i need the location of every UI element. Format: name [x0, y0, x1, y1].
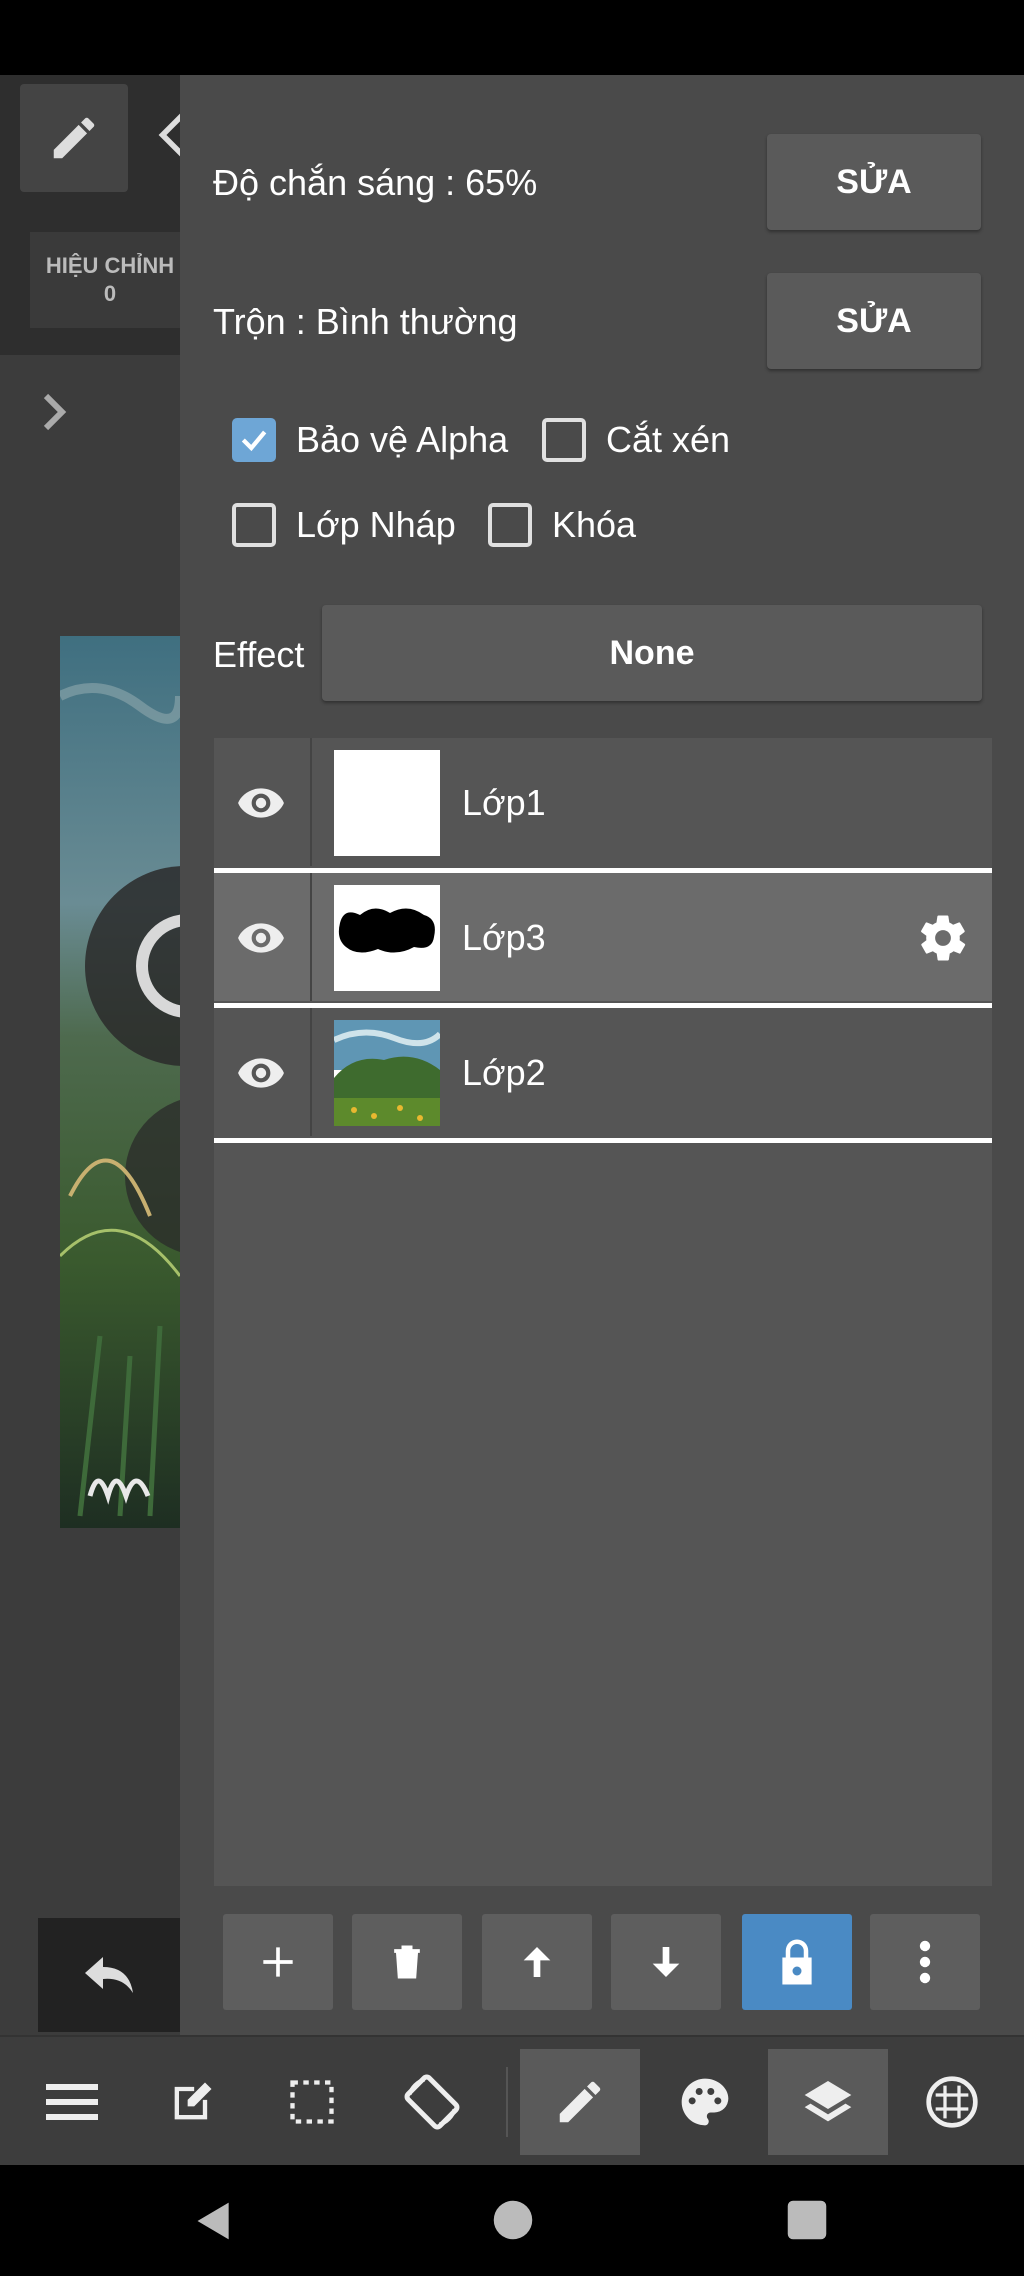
opacity-label: Độ chắn sáng : 65%: [213, 162, 538, 203]
menu-button[interactable]: [12, 2049, 132, 2155]
layer-row[interactable]: Lớp1: [214, 738, 992, 866]
more-vertical-icon: [919, 1940, 931, 1984]
layer-divider: [310, 873, 312, 1001]
gear-icon[interactable]: [916, 911, 970, 965]
layer-divider: [310, 738, 312, 866]
eye-icon[interactable]: [236, 913, 286, 963]
blend-label: Trộn : Bình thường: [213, 301, 518, 342]
layers-button[interactable]: [768, 2049, 888, 2155]
pen-icon: [53, 117, 95, 159]
brush-icon: [559, 2081, 601, 2123]
grid-icon: [926, 2076, 978, 2128]
plus-icon: [263, 1947, 293, 1977]
layer-row-selected[interactable]: Lớp3: [214, 873, 992, 1001]
canvas-artwork[interactable]: [60, 636, 180, 1528]
adjust-value: 0: [103, 281, 117, 306]
layer-thumbnail: [334, 1020, 440, 1126]
back-icon[interactable]: [192, 2199, 236, 2243]
layer-list: Lớp1 Lớp3 Lớp2: [214, 738, 992, 1886]
system-nav-bar: [0, 2165, 1024, 2276]
layer-name: Lớp2: [462, 1052, 546, 1093]
clipping-checkbox[interactable]: Cắt xén: [542, 418, 730, 462]
layer-name: Lớp3: [462, 917, 546, 958]
edit-canvas-icon: [174, 2082, 212, 2120]
lock-label: Khóa: [552, 504, 637, 545]
layer-thumbnail: [334, 885, 440, 991]
trash-icon: [394, 1945, 420, 1979]
toolbar-separator: [506, 2067, 508, 2137]
edit-canvas-button[interactable]: [132, 2049, 252, 2155]
rotate-screen-icon: [404, 2074, 460, 2130]
home-icon[interactable]: [492, 2199, 534, 2241]
adjust-box[interactable]: HIỆU CHỈNH 0: [30, 232, 190, 328]
arrow-up-icon: [523, 1947, 551, 1977]
rotate-screen-button[interactable]: [372, 2049, 492, 2155]
opacity-edit-button[interactable]: SỬA: [767, 134, 981, 230]
recents-icon[interactable]: [786, 2199, 828, 2241]
add-layer-button[interactable]: [223, 1914, 333, 2010]
layers-icon: [804, 2081, 852, 2122]
grid-button[interactable]: [892, 2049, 1012, 2155]
lock-icon: [782, 1939, 812, 1985]
palette-icon: [681, 2078, 729, 2126]
undo-button[interactable]: [38, 1918, 180, 2032]
checkbox-empty-icon: [488, 503, 532, 547]
layer-more-button[interactable]: [870, 1914, 980, 2010]
alpha-protect-checkbox[interactable]: Bảo vệ Alpha: [232, 418, 508, 462]
brush-button[interactable]: [520, 2049, 640, 2155]
selection-button[interactable]: [252, 2049, 372, 2155]
alpha-protect-label: Bảo vệ Alpha: [296, 419, 509, 460]
pen-tool-button[interactable]: [20, 84, 128, 192]
layer-thumbnail: [334, 750, 440, 856]
undo-icon: [85, 1957, 133, 1993]
draft-layer-label: Lớp Nháp: [296, 504, 456, 545]
lock-layer-button[interactable]: [742, 1914, 852, 2010]
checkbox-checked-icon: [232, 418, 276, 462]
draft-layer-checkbox[interactable]: Lớp Nháp: [232, 503, 456, 547]
layer-separator: [214, 1138, 992, 1143]
bottom-toolbar: [0, 2035, 1024, 2167]
selection-icon: [290, 2080, 334, 2124]
arrow-down-icon: [652, 1947, 680, 1977]
expand-arrow-icon[interactable]: [40, 390, 70, 434]
adjust-label: HIỆU CHỈNH: [45, 253, 175, 278]
move-layer-up-button[interactable]: [482, 1914, 592, 2010]
palette-button[interactable]: [645, 2049, 765, 2155]
effect-button[interactable]: None: [322, 605, 982, 701]
lock-checkbox[interactable]: Khóa: [488, 503, 636, 547]
layer-name: Lớp1: [462, 782, 546, 823]
eye-icon[interactable]: [236, 1048, 286, 1098]
checkbox-empty-icon: [232, 503, 276, 547]
clipping-label: Cắt xén: [606, 419, 731, 460]
checkbox-empty-icon: [542, 418, 586, 462]
blend-edit-button[interactable]: SỬA: [767, 273, 981, 369]
status-bar: [0, 0, 1024, 75]
delete-layer-button[interactable]: [352, 1914, 462, 2010]
move-layer-down-button[interactable]: [611, 1914, 721, 2010]
eye-icon[interactable]: [236, 778, 286, 828]
layer-row[interactable]: Lớp2: [214, 1008, 992, 1136]
effect-label: Effect: [213, 634, 305, 675]
layer-divider: [310, 1008, 312, 1136]
menu-icon: [46, 2084, 98, 2120]
